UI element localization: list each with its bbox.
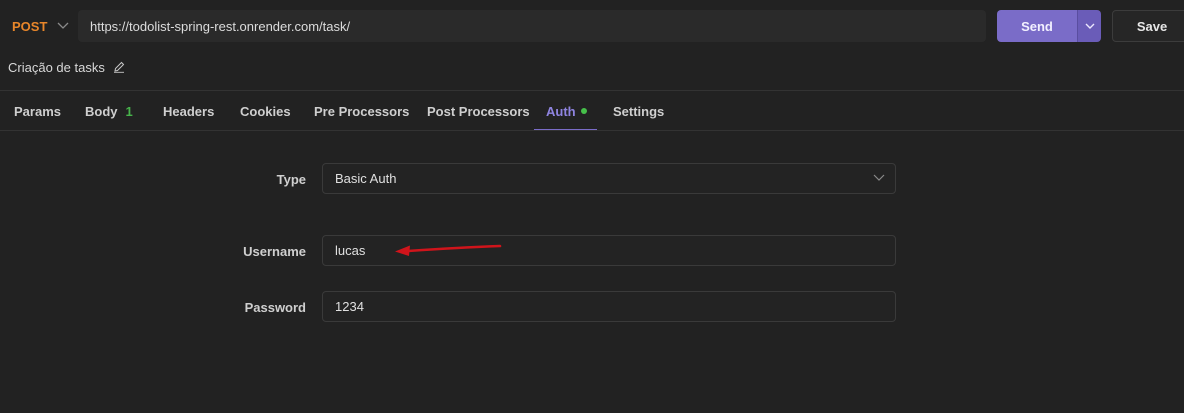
url-input[interactable]: https://todolist-spring-rest.onrender.co… (78, 10, 986, 42)
auth-type-select[interactable]: Basic Auth (322, 163, 896, 194)
tab-label: Params (14, 103, 61, 119)
username-label: Username (243, 244, 306, 259)
password-value: 1234 (335, 299, 364, 314)
tab-label: Body (85, 103, 118, 119)
request-tabs: Params Body 1 Headers Cookies Pre Proces… (0, 91, 1184, 131)
request-name-text: Criação de tasks (8, 59, 105, 75)
tab-label: Settings (613, 103, 665, 119)
username-value: lucas (335, 243, 366, 258)
request-bar: POST https://todolist-spring-rest.onrend… (0, 0, 1184, 52)
tab-auth[interactable]: Auth (546, 91, 587, 131)
tab-label: Pre Processors (314, 103, 410, 119)
red-arrow-annotation (395, 244, 502, 256)
auth-type-value: Basic Auth (335, 171, 397, 186)
send-button[interactable]: Send (997, 10, 1077, 42)
tab-label: Post Processors (427, 103, 530, 119)
password-input[interactable]: 1234 (322, 291, 896, 322)
tab-label: Cookies (240, 103, 291, 119)
tab-label: Auth (546, 103, 576, 119)
url-text: https://todolist-spring-rest.onrender.co… (90, 18, 351, 34)
chevron-down-icon (57, 22, 69, 29)
divider (0, 130, 1184, 131)
method-selector[interactable]: POST (0, 10, 78, 42)
body-count-badge: 1 (125, 103, 133, 119)
status-dot-icon (580, 108, 587, 114)
tab-cookies[interactable]: Cookies (240, 91, 291, 131)
pencil-icon[interactable] (113, 61, 125, 73)
tab-label: Headers (163, 103, 215, 119)
request-name[interactable]: Criação de tasks (8, 58, 125, 76)
password-label: Password (244, 300, 306, 315)
save-button[interactable]: Save (1112, 10, 1184, 42)
tab-post-processors[interactable]: Post Processors (427, 91, 530, 131)
tab-body[interactable]: Body 1 (85, 91, 133, 131)
type-label: Type (276, 172, 306, 187)
tab-params[interactable]: Params (14, 91, 61, 131)
tab-pre-processors[interactable]: Pre Processors (314, 91, 409, 131)
method-label: POST (12, 18, 48, 34)
tab-headers[interactable]: Headers (163, 91, 214, 131)
chevron-down-icon (873, 174, 885, 181)
tab-settings[interactable]: Settings (613, 91, 664, 131)
chevron-down-icon (1085, 23, 1094, 29)
send-options-button[interactable] (1077, 10, 1101, 42)
